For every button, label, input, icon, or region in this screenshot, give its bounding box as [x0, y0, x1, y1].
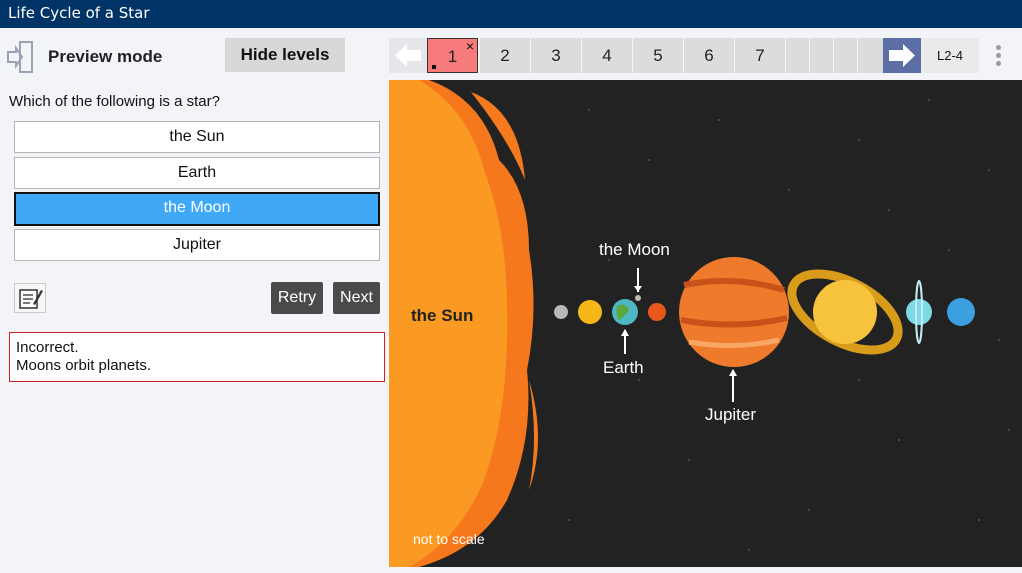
- preview-mode-label: Preview mode: [48, 47, 163, 66]
- next-level-button[interactable]: [883, 38, 921, 73]
- planet-saturn: [813, 280, 877, 344]
- feedback-result: Incorrect.: [16, 339, 79, 356]
- feedback-box: Incorrect. Moons orbit planets.: [9, 332, 385, 382]
- level-tab-empty: [809, 38, 833, 73]
- feedback-explanation: Moons orbit planets.: [16, 357, 152, 374]
- question-panel: Preview mode Hide levels Which of the fo…: [0, 28, 390, 573]
- level-tab-2[interactable]: 2: [479, 38, 530, 73]
- answer-option-moon[interactable]: the Moon: [14, 192, 380, 226]
- planet-mercury: [554, 305, 568, 319]
- level-tab-7[interactable]: 7: [734, 38, 785, 73]
- more-options-icon[interactable]: [989, 42, 1007, 70]
- previous-level-button[interactable]: [389, 38, 427, 73]
- level-tab-5[interactable]: 5: [632, 38, 683, 73]
- next-button[interactable]: Next: [333, 282, 380, 314]
- level-tab-4[interactable]: 4: [581, 38, 632, 73]
- level-tab-3[interactable]: 3: [530, 38, 581, 73]
- level-tab-empty: [785, 38, 809, 73]
- arrow-right-icon: [889, 44, 915, 67]
- arrow-left-icon: [395, 44, 421, 67]
- answer-option-earth[interactable]: Earth: [14, 157, 380, 189]
- level-tab-label: 1: [447, 47, 458, 66]
- retry-button[interactable]: Retry: [271, 282, 323, 314]
- answer-option-jupiter[interactable]: Jupiter: [14, 229, 380, 261]
- window-title: Life Cycle of a Star: [0, 0, 1022, 28]
- exit-preview-icon[interactable]: [6, 40, 36, 74]
- notepad-icon[interactable]: [14, 283, 46, 313]
- level-navigation: 1 × 2 3 4 5 6 7 L2-4: [389, 38, 1022, 73]
- planet-jupiter: [679, 257, 789, 367]
- planet-uranus: [906, 299, 932, 325]
- planet-neptune: [947, 298, 975, 326]
- earth-label: Earth: [603, 358, 644, 377]
- preview-mode-toggle[interactable]: Preview mode: [6, 40, 162, 74]
- answer-option-sun[interactable]: the Sun: [14, 121, 380, 153]
- sun-flare: [529, 380, 538, 490]
- scale-note: not to scale: [413, 531, 485, 547]
- planet-venus: [578, 300, 602, 324]
- sun-label: the Sun: [411, 306, 474, 325]
- question-text: Which of the following is a star?: [9, 93, 220, 110]
- current-level-indicator: [432, 65, 436, 69]
- level-tab-empty: [857, 38, 883, 73]
- jupiter-label: Jupiter: [705, 405, 757, 424]
- solar-system-image: the Sun the Moon Earth Jupiter not to sc…: [389, 80, 1022, 567]
- level-tab-6[interactable]: 6: [683, 38, 734, 73]
- level-tab-empty: [833, 38, 857, 73]
- moon: [635, 295, 641, 301]
- hide-levels-button[interactable]: Hide levels: [225, 38, 345, 72]
- moon-label: the Moon: [599, 240, 670, 259]
- level-tab-1[interactable]: 1 ×: [427, 38, 478, 73]
- incorrect-mark-icon: ×: [465, 38, 474, 54]
- level-code: L2-4: [921, 38, 979, 73]
- solar-system-illustration: [389, 80, 1010, 567]
- planet-mars: [648, 303, 666, 321]
